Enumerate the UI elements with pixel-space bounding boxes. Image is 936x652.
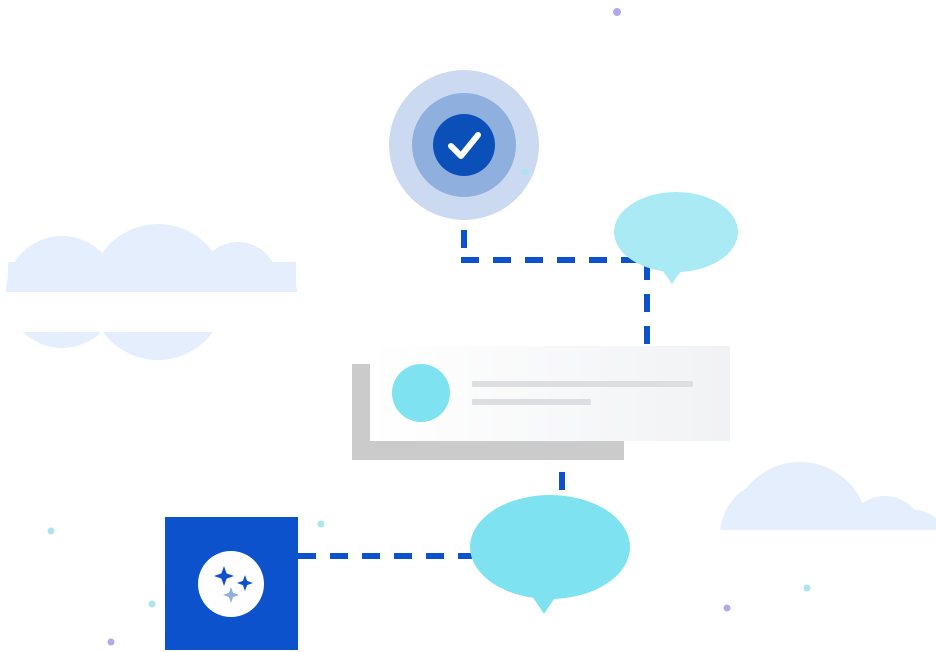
illustration [0, 0, 936, 652]
message-card [352, 346, 730, 460]
ai-tile-circle [198, 551, 264, 617]
diagram-canvas [0, 8, 936, 650]
card-text-line-1 [472, 381, 693, 387]
dot [803, 584, 811, 592]
card-text-line-2 [472, 399, 591, 405]
ai-tile [165, 517, 298, 650]
dot [521, 168, 529, 176]
dot [723, 604, 731, 612]
check-core [433, 114, 495, 176]
speech-bubble-top [614, 192, 738, 284]
dot [613, 8, 621, 16]
dot [317, 520, 325, 528]
card-avatar [392, 364, 450, 422]
dot [47, 527, 55, 535]
speech-bubble-bottom [470, 495, 630, 614]
dot [107, 638, 115, 646]
dot [148, 600, 156, 608]
check-badge [389, 70, 539, 220]
